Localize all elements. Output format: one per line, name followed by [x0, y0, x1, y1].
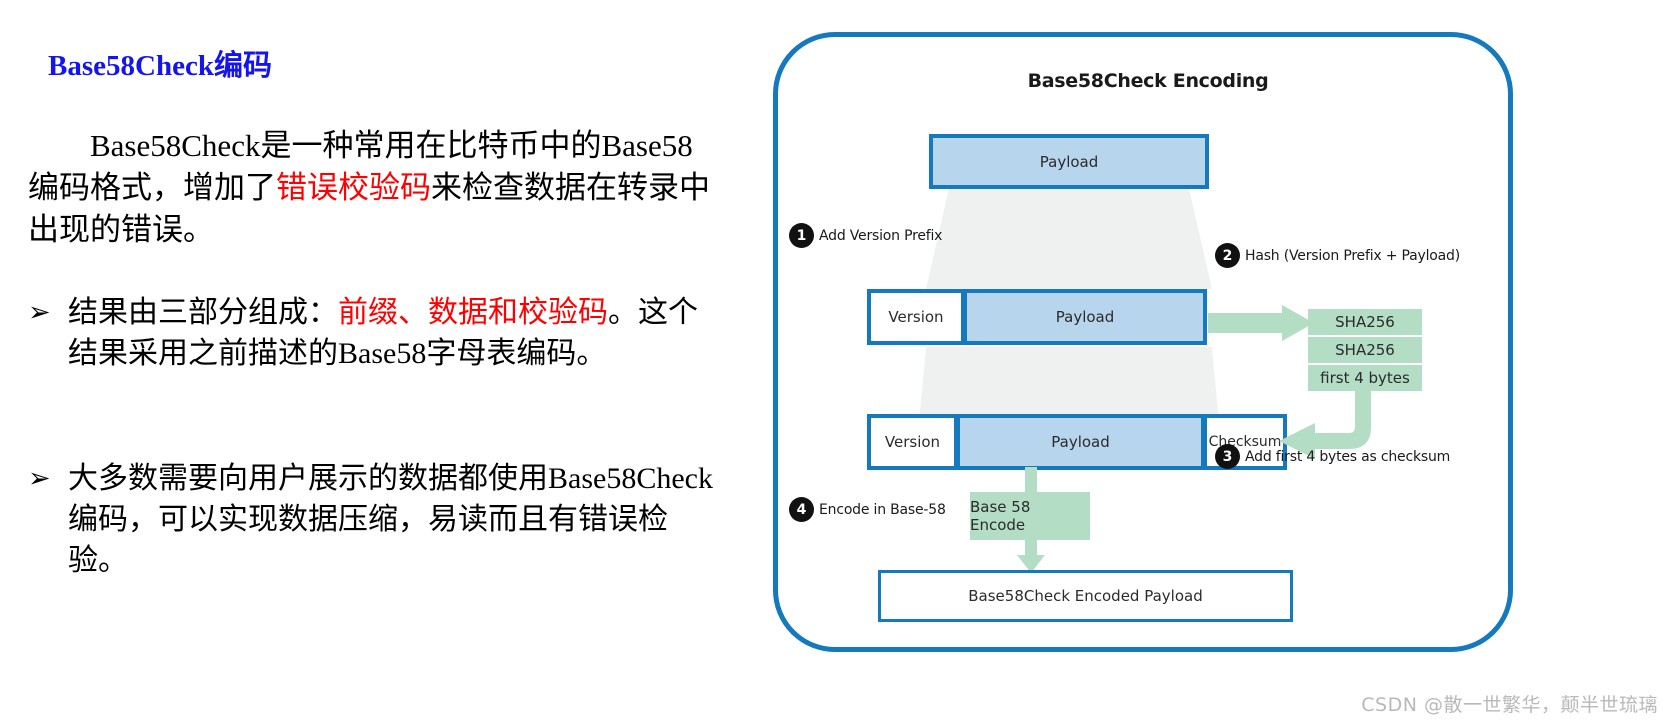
slide-text-column: Base58Check编码 Base58Check是一种常用在比特币中的Base…: [0, 0, 760, 725]
step-number-icon: 4: [789, 497, 814, 522]
step-label: Add Version Prefix: [819, 227, 943, 244]
base58-encode-label: Base 58 Encode: [970, 498, 1031, 534]
bullet-2-prefix: 大多数需要向用户展示的数据都使用Base58Check编码，可以实现数据压缩，易…: [68, 462, 713, 577]
bullet-1-prefix: 结果由三部分组成：: [68, 296, 338, 329]
payload-box-label: Payload: [1039, 152, 1099, 171]
bullet-1-highlight: 前缀、数据和校验码: [338, 296, 608, 329]
intro-paragraph: Base58Check是一种常用在比特币中的Base58编码格式，增加了错误校验…: [28, 125, 718, 251]
bullet-marker-icon: ➢: [28, 463, 51, 493]
step-badge-4: 4 Encode in Base-58: [789, 497, 946, 522]
payload-segment-label: Payload: [1055, 308, 1115, 326]
step-badge-1: 1 Add Version Prefix: [789, 223, 942, 248]
hash-box-label: SHA256: [1335, 313, 1395, 331]
bullet-text-1: 结果由三部分组成：前缀、数据和校验码。这个结果采用之前描述的Base58字母表编…: [68, 292, 724, 374]
hash-box-sha256-1: SHA256: [1308, 309, 1422, 335]
bullet-marker-icon: ➢: [28, 297, 51, 327]
hash-box-label: first 4 bytes: [1320, 369, 1410, 387]
payload-segment: Payload: [956, 414, 1205, 470]
arrow-right-icon: [1208, 305, 1314, 341]
step-number-icon: 2: [1215, 243, 1240, 268]
version-payload-row: Version Payload: [867, 289, 1207, 345]
payload-segment-label: Payload: [1051, 433, 1110, 451]
payload-segment: Payload: [963, 289, 1207, 345]
base58-encode-box: Base 58 Encode: [970, 492, 1090, 540]
step-badge-2: 2 Hash (Version Prefix + Payload): [1215, 243, 1460, 268]
bullet-item-1: ➢ 结果由三部分组成：前缀、数据和校验码。这个结果采用之前描述的Base58字母…: [24, 292, 724, 374]
arrow-down-icon: [1017, 537, 1045, 573]
base58check-diagram: Base58Check Encoding Payload Version Pay…: [773, 32, 1513, 652]
payload-box-step0: Payload: [929, 134, 1209, 189]
final-output-box: Base58Check Encoded Payload: [878, 570, 1293, 622]
csdn-watermark: CSDN @散一世繁华，颠半世琉璃: [1361, 694, 1658, 716]
step-badge-3: 3 Add first 4 bytes as checksum: [1215, 444, 1450, 469]
version-segment: Version: [867, 414, 958, 470]
bullet-item-2: ➢ 大多数需要向用户展示的数据都使用Base58Check编码，可以实现数据压缩…: [24, 458, 724, 581]
page-title: Base58Check编码: [48, 50, 272, 82]
hash-box-label: SHA256: [1335, 341, 1395, 359]
step-number-icon: 1: [789, 223, 814, 248]
intro-text-highlight: 错误校验码: [276, 170, 431, 205]
version-segment-label: Version: [884, 433, 941, 451]
funnel-band-upper: [926, 189, 1212, 289]
step-label: Add first 4 bytes as checksum: [1245, 448, 1451, 465]
step-label: Encode in Base-58: [819, 501, 946, 518]
final-output-label: Base58Check Encoded Payload: [968, 587, 1203, 605]
bullet-text-2: 大多数需要向用户展示的数据都使用Base58Check编码，可以实现数据压缩，易…: [68, 458, 724, 581]
step-label: Hash (Version Prefix + Payload): [1245, 247, 1460, 264]
version-segment: Version: [867, 289, 965, 345]
version-segment-label: Version: [888, 308, 944, 326]
step-number-icon: 3: [1215, 444, 1240, 469]
hash-box-sha256-2: SHA256: [1308, 337, 1422, 363]
diagram-title: Base58Check Encoding: [1027, 70, 1269, 92]
